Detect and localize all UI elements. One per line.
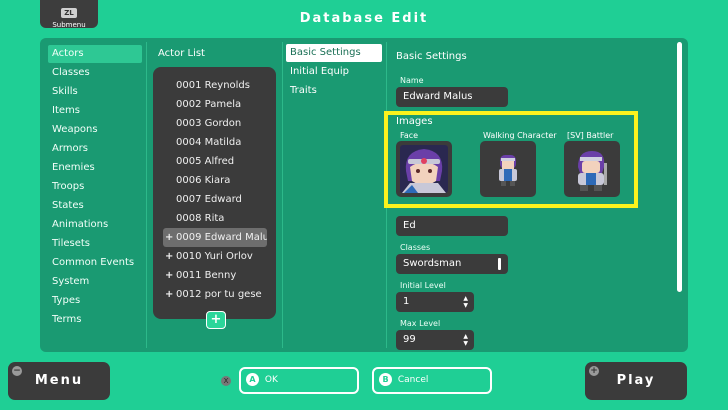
actor-item[interactable]: 0001 Reynolds (163, 76, 267, 95)
cancel-label: Cancel (397, 375, 429, 385)
menu-button[interactable]: − Menu (8, 362, 110, 400)
category-actors[interactable]: Actors (48, 45, 142, 63)
x-key-icon: X (221, 376, 231, 386)
category-system[interactable]: System (48, 273, 142, 291)
battler-image-button[interactable] (564, 141, 620, 197)
category-types[interactable]: Types (48, 292, 142, 310)
actor-item[interactable]: 0003 Gordon (163, 114, 267, 133)
category-terms[interactable]: Terms (48, 311, 142, 329)
column-divider (282, 42, 283, 348)
max-level-stepper[interactable]: 99 ▲ ▼ (396, 330, 474, 350)
walking-character-label: Walking Character (483, 131, 557, 140)
class-dropdown[interactable]: Swordsman (396, 254, 508, 274)
play-button[interactable]: + Play (585, 362, 687, 400)
category-common-events[interactable]: Common Events (48, 254, 142, 272)
a-key-icon: A (246, 373, 259, 386)
actor-item[interactable]: 0006 Kiara (163, 171, 267, 190)
max-level-value: 99 (403, 334, 416, 345)
column-divider (146, 42, 147, 348)
ok-label: OK (264, 375, 278, 385)
face-image-button[interactable] (396, 141, 452, 197)
menu-label: Menu (34, 373, 84, 388)
b-key-icon: B (379, 373, 392, 386)
walking-sprite-icon (499, 155, 517, 186)
actor-item[interactable]: 0005 Alfred (163, 152, 267, 171)
scrollbar[interactable] (677, 42, 682, 292)
initial-level-label: Initial Level (400, 281, 446, 290)
class-value: Swordsman (403, 258, 462, 269)
category-armors[interactable]: Armors (48, 140, 142, 158)
actor-item-label: 0010 Yuri Orlov (176, 251, 253, 262)
actor-list-title: Actor List (158, 48, 205, 59)
actor-item[interactable]: 0002 Pamela (163, 95, 267, 114)
max-level-label: Max Level (400, 319, 441, 328)
actor-item[interactable]: +0010 Yuri Orlov (163, 247, 267, 266)
walking-character-image-button[interactable] (480, 141, 536, 197)
actor-item[interactable]: 0004 Matilda (163, 133, 267, 152)
actor-item[interactable]: 0008 Rita (163, 209, 267, 228)
nickname-field[interactable]: Ed (396, 216, 508, 236)
page-title: Database Edit (299, 11, 429, 26)
actor-item[interactable]: 0007 Edward (163, 190, 267, 209)
plus-icon: + (165, 232, 174, 243)
dropdown-indicator-icon (498, 258, 501, 270)
initial-level-value: 1 (403, 296, 410, 307)
category-tilesets[interactable]: Tilesets (48, 235, 142, 253)
category-items[interactable]: Items (48, 102, 142, 120)
section-title: Basic Settings (396, 51, 467, 62)
actor-item-label: 0009 Edward Malus (176, 232, 267, 243)
category-skills[interactable]: Skills (48, 83, 142, 101)
category-enemies[interactable]: Enemies (48, 159, 142, 177)
initial-level-stepper[interactable]: 1 ▲ ▼ (396, 292, 474, 312)
actor-item[interactable]: +0011 Benny (163, 266, 267, 285)
tab-basic-settings[interactable]: Basic Settings (286, 44, 382, 62)
images-label: Images (396, 116, 433, 127)
cancel-button[interactable]: B Cancel (372, 367, 492, 394)
actor-item-selected[interactable]: +0009 Edward Malus (163, 228, 267, 247)
face-portrait-icon (400, 145, 448, 193)
plus-icon: + (165, 270, 174, 281)
actor-item[interactable]: +0012 por tu gese (163, 285, 267, 304)
category-troops[interactable]: Troops (48, 178, 142, 196)
tab-initial-equip[interactable]: Initial Equip (286, 63, 382, 81)
class-label: Classes (400, 243, 431, 252)
actor-item-label: 0012 por tu gese (176, 289, 262, 300)
ok-button[interactable]: A OK (239, 367, 359, 394)
stepper-arrows-icon: ▲ ▼ (463, 295, 468, 309)
category-animations[interactable]: Animations (48, 216, 142, 234)
face-label: Face (400, 131, 419, 140)
actor-item-label: 0011 Benny (176, 270, 237, 281)
plus-icon: + (165, 251, 174, 262)
category-states[interactable]: States (48, 197, 142, 215)
play-label: Play (616, 373, 656, 388)
stepper-arrows-icon: ▲ ▼ (463, 333, 468, 347)
battler-sprite-icon (578, 151, 607, 191)
name-field[interactable]: Edward Malus (396, 87, 508, 107)
name-label: Name (400, 76, 424, 85)
tab-traits[interactable]: Traits (286, 82, 382, 100)
category-classes[interactable]: Classes (48, 64, 142, 82)
plus-icon: + (589, 366, 599, 376)
minus-icon: − (12, 366, 22, 376)
add-actor-button[interactable]: + (206, 311, 226, 329)
battler-label: [SV] Battler (567, 131, 614, 140)
plus-icon: + (165, 289, 174, 300)
category-weapons[interactable]: Weapons (48, 121, 142, 139)
